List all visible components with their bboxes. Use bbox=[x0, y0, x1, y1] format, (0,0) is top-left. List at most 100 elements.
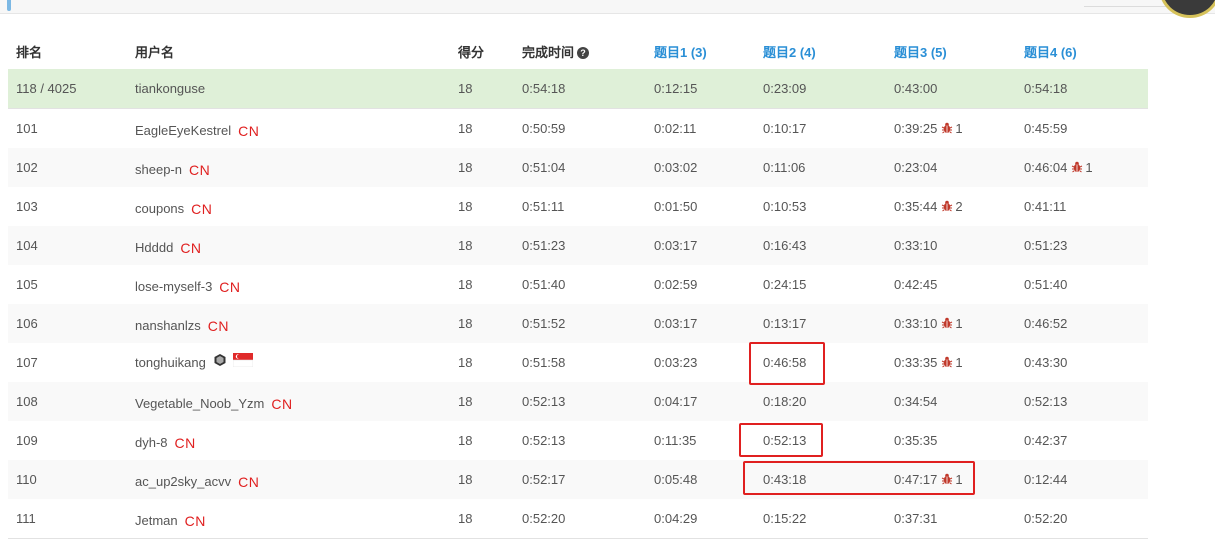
solve-time: 0:03:02 bbox=[654, 160, 698, 175]
country-badge: CN bbox=[271, 396, 293, 412]
score-cell: 18 bbox=[458, 355, 473, 370]
username-link[interactable]: coupons bbox=[135, 201, 184, 216]
user-cell: Jetman CN bbox=[135, 504, 206, 530]
question-2-time-cell: 0:10:17 bbox=[763, 121, 806, 136]
solve-time: 0:46:58 bbox=[763, 355, 807, 370]
solve-time: 0:46:04 bbox=[1024, 160, 1068, 175]
solve-time: 0:45:59 bbox=[1024, 121, 1068, 136]
table-row: 108 Vegetable_Noob_Yzm CN 18 0:52:13 0:04:17 0… bbox=[8, 382, 1148, 422]
country-badge: CN bbox=[184, 513, 206, 529]
user-cell: ac_up2sky_acvv CN bbox=[135, 465, 259, 491]
solve-time: 0:52:13 bbox=[1024, 394, 1068, 409]
wrong-attempts-count: 1 bbox=[955, 472, 963, 487]
question-1-time-cell: 0:01:50 bbox=[654, 199, 697, 214]
question-3-time-cell: 0:37:31 bbox=[894, 511, 937, 526]
username-link[interactable]: tonghuikang bbox=[135, 355, 206, 370]
top-panel bbox=[0, 0, 1215, 18]
table-row: 110 ac_up2sky_acvv CN 18 0:52:17 0:05:48 0:43:… bbox=[8, 460, 1148, 500]
question-2-time-cell: 0:15:22 bbox=[763, 511, 806, 526]
user-cell: nanshanlzs CN bbox=[135, 309, 229, 335]
username-link[interactable]: Hdddd bbox=[135, 240, 173, 255]
bug-icon bbox=[941, 473, 953, 488]
question-4-time-cell: 0:43:30 bbox=[1024, 355, 1067, 370]
solve-time: 0:02:59 bbox=[654, 277, 698, 292]
question-2-time-cell: 0:43:18 bbox=[763, 472, 806, 487]
question-1-time-cell: 0:02:59 bbox=[654, 277, 697, 292]
solve-time: 0:34:54 bbox=[894, 394, 938, 409]
header-question-1-link[interactable]: 题目1 (3) bbox=[654, 42, 707, 61]
solve-time: 0:52:13 bbox=[763, 433, 807, 448]
finish-time-cell: 0:54:18 bbox=[522, 81, 566, 96]
username-link[interactable]: sheep-n bbox=[135, 162, 182, 177]
solve-time: 0:23:04 bbox=[894, 160, 938, 175]
solve-time: 0:33:10 bbox=[894, 238, 938, 253]
question-2-time-cell: 0:10:53 bbox=[763, 199, 806, 214]
solve-time: 0:42:45 bbox=[894, 277, 938, 292]
wrong-attempts-count: 2 bbox=[955, 199, 963, 214]
username-link[interactable]: lose-myself-3 bbox=[135, 279, 212, 294]
question-2-time-cell: 0:16:43 bbox=[763, 238, 806, 253]
username-link[interactable]: tiankonguse bbox=[135, 81, 205, 96]
finish-time-cell: 0:52:20 bbox=[522, 511, 566, 526]
user-cell: tiankonguse bbox=[135, 74, 205, 96]
question-1-time-cell: 0:04:17 bbox=[654, 394, 697, 409]
solve-time: 0:12:44 bbox=[1024, 472, 1068, 487]
question-1-time-cell: 0:03:23 bbox=[654, 355, 697, 370]
user-cell: Hdddd CN bbox=[135, 231, 202, 257]
finish-time-cell: 0:52:17 bbox=[522, 472, 566, 487]
question-4-time-cell: 0:51:40 bbox=[1024, 277, 1067, 292]
score-cell: 18 bbox=[458, 199, 473, 214]
question-3-time-cell: 0:42:45 bbox=[894, 277, 937, 292]
question-4-time-cell: 0:41:11 bbox=[1024, 199, 1066, 214]
question-4-time-cell: 0:51:23 bbox=[1024, 238, 1067, 253]
finish-time-cell: 0:51:40 bbox=[522, 277, 566, 292]
solve-time: 0:03:17 bbox=[654, 316, 698, 331]
solve-time: 0:42:37 bbox=[1024, 433, 1068, 448]
question-1-time-cell: 0:04:29 bbox=[654, 511, 697, 526]
question-4-time-cell: 0:45:59 bbox=[1024, 121, 1067, 136]
finish-time-cell: 0:51:58 bbox=[522, 355, 566, 370]
bug-icon bbox=[941, 122, 953, 137]
solve-time: 0:41:11 bbox=[1024, 199, 1067, 214]
rank-cell: 118 / 4025 bbox=[16, 81, 77, 96]
table-header: 排名 用户名 得分 完成时间? 题目1 (3) 题目2 (4) 题目3 (5) … bbox=[8, 31, 1148, 71]
score-cell: 18 bbox=[458, 160, 473, 175]
country-badge: CN bbox=[219, 279, 241, 295]
header-question-3-link[interactable]: 题目3 (5) bbox=[894, 42, 947, 61]
header-question-4-link[interactable]: 题目4 (6) bbox=[1024, 42, 1077, 61]
user-cell: EagleEyeKestrel CN bbox=[135, 114, 260, 140]
wrong-attempts-count: 1 bbox=[955, 355, 963, 370]
solve-time: 0:10:53 bbox=[763, 199, 807, 214]
score-cell: 18 bbox=[458, 394, 473, 409]
username-link[interactable]: dyh-8 bbox=[135, 435, 168, 450]
user-cell: dyh-8 CN bbox=[135, 426, 196, 452]
username-link[interactable]: Jetman bbox=[135, 513, 178, 528]
score-cell: 18 bbox=[458, 472, 473, 487]
wrong-attempts-count: 1 bbox=[1085, 160, 1093, 175]
country-badge: CN bbox=[238, 123, 260, 139]
question-3-time-cell: 0:23:04 bbox=[894, 160, 937, 175]
username-link[interactable]: ac_up2sky_acvv bbox=[135, 474, 231, 489]
header-question-2-link[interactable]: 题目2 (4) bbox=[763, 42, 816, 61]
solve-time: 0:10:17 bbox=[763, 121, 807, 136]
solve-time: 0:37:31 bbox=[894, 511, 938, 526]
score-cell: 18 bbox=[458, 511, 473, 526]
username-link[interactable]: nanshanlzs bbox=[135, 318, 201, 333]
question-3-time-cell: 0:34:54 bbox=[894, 394, 937, 409]
solve-time: 0:47:17 bbox=[894, 472, 938, 487]
question-circle-icon[interactable]: ? bbox=[577, 47, 590, 59]
rank-cell: 102 bbox=[16, 160, 38, 175]
avatar[interactable] bbox=[1159, 0, 1215, 18]
singapore-flag-icon bbox=[232, 353, 254, 370]
rank-cell: 106 bbox=[16, 316, 38, 331]
bug-icon bbox=[941, 356, 953, 371]
solve-time: 0:01:50 bbox=[654, 199, 698, 214]
question-1-time-cell: 0:03:17 bbox=[654, 238, 697, 253]
solve-time: 0:52:20 bbox=[1024, 511, 1068, 526]
username-link[interactable]: EagleEyeKestrel bbox=[135, 123, 231, 138]
solve-time: 0:43:18 bbox=[763, 472, 807, 487]
username-link[interactable]: Vegetable_Noob_Yzm bbox=[135, 396, 264, 411]
rank-cell: 108 bbox=[16, 394, 38, 409]
question-2-time-cell: 0:46:58 bbox=[763, 355, 806, 370]
solve-time: 0:33:10 bbox=[894, 316, 938, 331]
